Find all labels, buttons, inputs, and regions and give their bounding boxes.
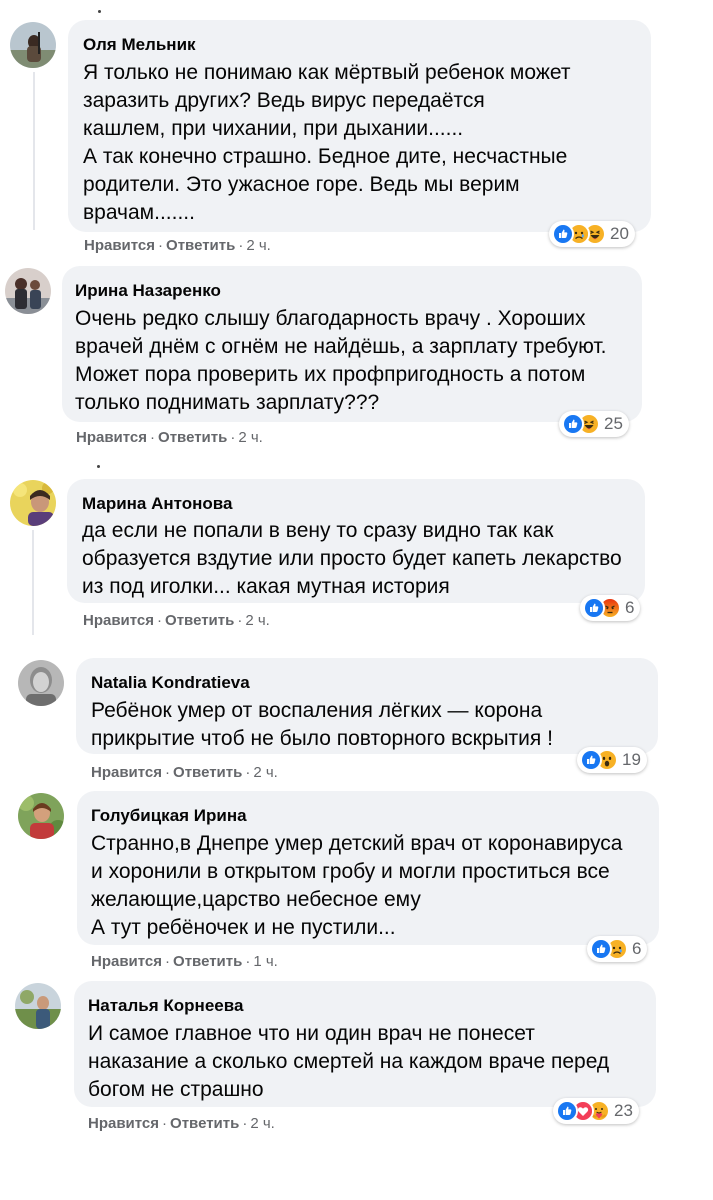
like-icon: [583, 597, 605, 619]
like-link[interactable]: Нравится: [88, 1115, 159, 1132]
comment-time[interactable]: 2 ч.: [246, 237, 271, 254]
avatar-photo: [18, 793, 64, 839]
separator: ·: [165, 764, 171, 781]
comment-actions: Нравится · Ответить · 2 ч.: [88, 1115, 275, 1132]
thread-line: [32, 530, 34, 635]
comment-bubble: Ирина Назаренко Очень редко слышу благод…: [62, 266, 642, 422]
separator: ·: [165, 953, 171, 970]
separator: ·: [245, 953, 251, 970]
comment-actions: Нравится · Ответить · 2 ч.: [83, 612, 270, 629]
comment-author[interactable]: Голубицкая Ирина: [91, 805, 645, 827]
separator: ·: [150, 429, 156, 446]
comment-actions: Нравится · Ответить · 1 ч.: [91, 953, 278, 970]
reply-link[interactable]: Ответить: [165, 612, 234, 629]
separator: ·: [242, 1115, 248, 1132]
avatar[interactable]: [18, 793, 64, 839]
avatar-photo: [18, 660, 64, 706]
reactions-summary[interactable]: 23: [553, 1098, 639, 1124]
like-icon: [580, 749, 602, 771]
comment-author[interactable]: Марина Антонова: [82, 493, 631, 515]
comment-text: И самое главное что ни один врач не поне…: [88, 1022, 610, 1101]
avatar[interactable]: [10, 22, 56, 68]
separator: ·: [245, 764, 251, 781]
separator: ·: [237, 612, 243, 629]
reaction-count: 20: [610, 224, 629, 243]
comment-text: Очень редко слышу благодарность врачу . …: [75, 307, 607, 414]
thread-line: [33, 72, 35, 230]
comment-bubble: Оля Мельник Я только не понимаю как мёрт…: [68, 20, 651, 232]
comment-author[interactable]: Ирина Назаренко: [75, 280, 628, 302]
comment-time[interactable]: 2 ч.: [245, 612, 270, 629]
like-icon: [562, 413, 584, 435]
reaction-count: 6: [625, 598, 635, 617]
reply-link[interactable]: Ответить: [170, 1115, 239, 1132]
reactions-summary[interactable]: 20: [549, 221, 635, 247]
comment-text: да если не попали в вену то сразу видно …: [82, 519, 622, 598]
avatar[interactable]: [18, 660, 64, 706]
like-icon: [556, 1100, 578, 1122]
avatar-photo: [5, 268, 51, 314]
like-link[interactable]: Нравится: [83, 612, 154, 629]
avatar[interactable]: [5, 268, 51, 314]
comment-actions: Нравится · Ответить · 2 ч.: [76, 429, 263, 446]
like-link[interactable]: Нравится: [76, 429, 147, 446]
divider-dot: [98, 10, 101, 13]
comment-text: Странно,в Днепре умер детский врач от ко…: [91, 832, 623, 939]
like-link[interactable]: Нравится: [91, 953, 162, 970]
comment-text: Я только не понимаю как мёртвый ребенок …: [83, 61, 571, 224]
avatar[interactable]: [10, 480, 56, 526]
comment-time[interactable]: 2 ч.: [253, 764, 278, 781]
reply-link[interactable]: Ответить: [173, 953, 242, 970]
comment-bubble: Наталья Корнеева И самое главное что ни …: [74, 981, 656, 1107]
reply-link[interactable]: Ответить: [173, 764, 242, 781]
avatar-photo: [10, 480, 56, 526]
separator: ·: [162, 1115, 168, 1132]
separator: ·: [238, 237, 244, 254]
comment-time[interactable]: 1 ч.: [253, 953, 278, 970]
avatar-photo: [10, 22, 56, 68]
reaction-count: 23: [614, 1101, 633, 1120]
comment-actions: Нравится · Ответить · 2 ч.: [91, 764, 278, 781]
separator: ·: [230, 429, 236, 446]
reaction-count: 19: [622, 750, 641, 769]
comment-text: Ребёнок умер от воспаления лёгких — коро…: [91, 699, 553, 750]
like-icon: [552, 223, 574, 245]
comment-author[interactable]: Оля Мельник: [83, 34, 637, 56]
divider-dot: [97, 465, 100, 468]
avatar-photo: [15, 983, 61, 1029]
reply-link[interactable]: Ответить: [158, 429, 227, 446]
comment-actions: Нравится · Ответить · 2 ч.: [84, 237, 271, 254]
reply-link[interactable]: Ответить: [166, 237, 235, 254]
like-link[interactable]: Нравится: [91, 764, 162, 781]
reactions-summary[interactable]: 25: [559, 411, 629, 437]
like-link[interactable]: Нравится: [84, 237, 155, 254]
reaction-count: 6: [632, 939, 642, 958]
comment-bubble: Голубицкая Ирина Странно,в Днепре умер д…: [77, 791, 659, 945]
reactions-summary[interactable]: 6: [587, 936, 648, 962]
comment-time[interactable]: 2 ч.: [250, 1115, 275, 1132]
separator: ·: [157, 612, 163, 629]
comment-author[interactable]: Natalia Kondratieva: [91, 672, 644, 694]
comment-bubble: Марина Антонова да если не попали в вену…: [67, 479, 645, 603]
reactions-summary[interactable]: 6: [580, 595, 641, 621]
like-icon: [590, 938, 612, 960]
comment-time[interactable]: 2 ч.: [238, 429, 263, 446]
reactions-summary[interactable]: 19: [577, 747, 647, 773]
avatar[interactable]: [15, 983, 61, 1029]
reaction-count: 25: [604, 414, 623, 433]
comment-author[interactable]: Наталья Корнеева: [88, 995, 642, 1017]
comments-page: Оля Мельник Я только не понимаю как мёрт…: [0, 0, 713, 1200]
separator: ·: [158, 237, 164, 254]
comment-bubble: Natalia Kondratieva Ребёнок умер от восп…: [76, 658, 658, 754]
